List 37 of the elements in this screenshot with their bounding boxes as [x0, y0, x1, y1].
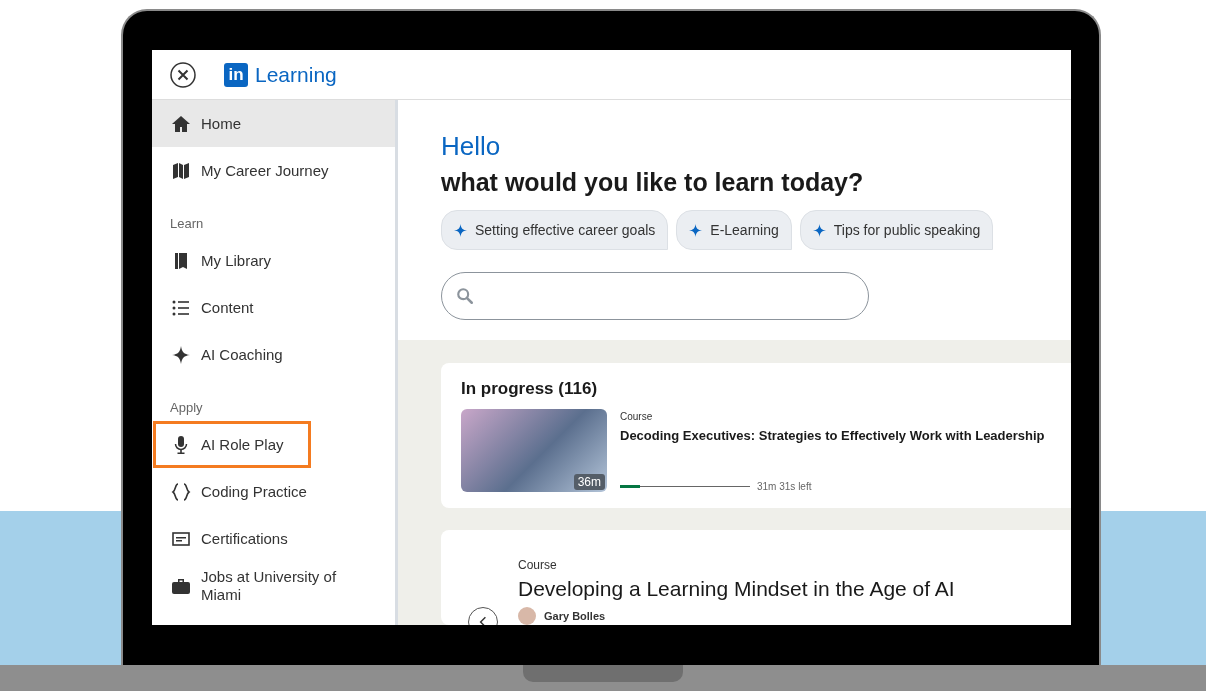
section-label: Learn [169, 215, 205, 233]
sparkle-icon [689, 223, 703, 237]
sidebar-item[interactable]: Coding Practice [152, 468, 395, 515]
course-title[interactable]: Decoding Executives: Strategies to Effectively Work with Leadership [620, 428, 1045, 443]
duration-badge: 36m [573, 474, 605, 490]
close-icon[interactable] [170, 61, 196, 88]
sidebar-item[interactable]: Content [152, 284, 395, 331]
map-icon [171, 160, 191, 181]
sparkle-icon [454, 223, 467, 237]
home-icon [171, 113, 191, 134]
suggestion-chip[interactable]: E-Learning [676, 210, 792, 250]
sparkle-icon [812, 223, 826, 237]
course-type: Course [518, 558, 558, 572]
suggestion-chip[interactable]: Tips for public speaking [799, 210, 994, 250]
photo-placeholder[interactable]: 36m [461, 409, 607, 492]
sidebar-item[interactable]: Certifications [152, 515, 395, 562]
course-title[interactable]: Developing a Learning Mindset in the Age of AI [518, 577, 955, 601]
course-type: Course [620, 411, 654, 422]
sidebar-item[interactable]: My Library [152, 237, 395, 284]
suggestion-chip[interactable]: Setting effective career goals [441, 210, 669, 250]
headline: what would you like to learn today? [441, 167, 865, 198]
chevron-left-icon [479, 616, 487, 625]
sidebar-item[interactable]: AI Coaching [152, 331, 395, 378]
sidebar-item[interactable]: My Career Journey [152, 147, 395, 194]
search-icon [456, 287, 474, 305]
sidebar-item[interactable]: Jobs at University of Miami [152, 562, 395, 609]
logo-text: Learning [255, 62, 337, 87]
author-name: Gary Bolles [544, 610, 606, 622]
time-left: 31m 31s left [757, 481, 812, 492]
section-title: In progress (116) [461, 379, 599, 399]
braces-icon [171, 481, 191, 502]
avatar [518, 607, 536, 625]
sidebar-item[interactable]: Home [152, 100, 395, 147]
greeting: Hello [441, 130, 502, 162]
sidebar-item[interactable]: AI Role Play [153, 421, 311, 468]
logo-badge: in [224, 62, 248, 87]
section-label: Apply [169, 399, 204, 417]
